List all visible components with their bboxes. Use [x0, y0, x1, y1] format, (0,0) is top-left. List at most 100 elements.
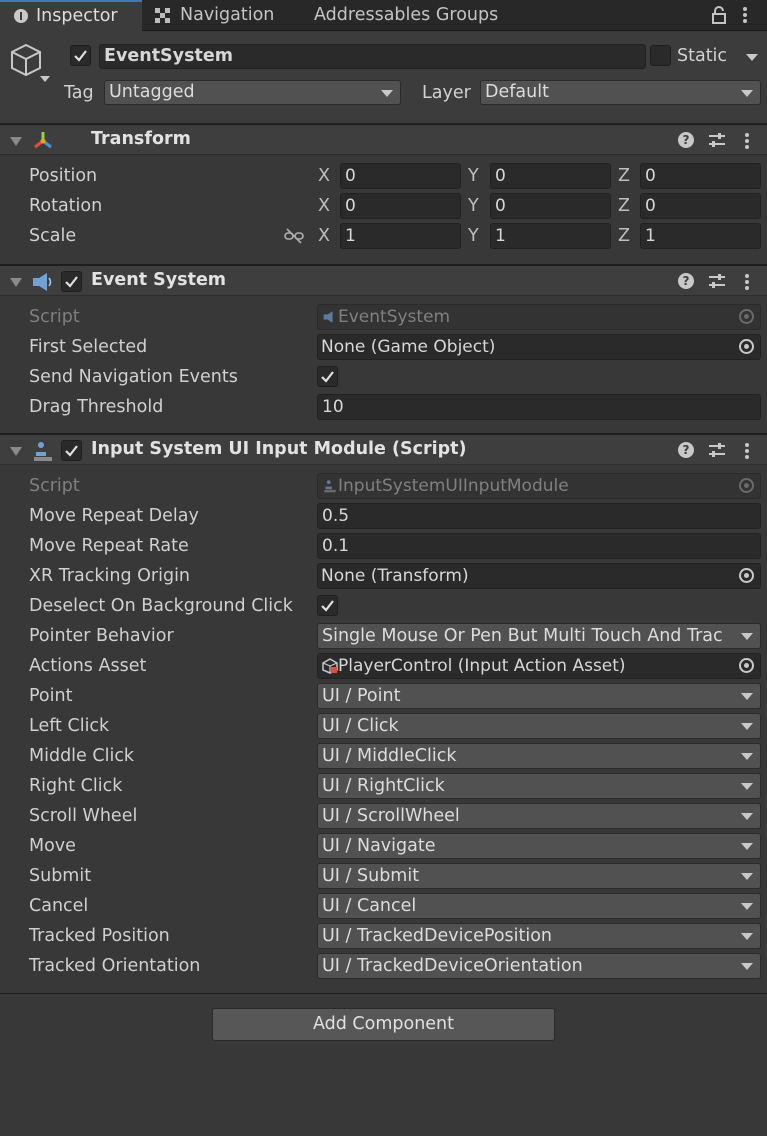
- preset-icon[interactable]: [708, 442, 726, 458]
- axis-x-label[interactable]: X: [318, 164, 330, 188]
- chevron-down-icon: [741, 753, 753, 760]
- input-module-header[interactable]: Input System UI Input Module (Script) ?: [0, 434, 767, 465]
- axis-z-label[interactable]: Z: [618, 164, 630, 188]
- left-click-dropdown[interactable]: UI / Click: [317, 713, 761, 739]
- static-checkbox[interactable]: [650, 45, 671, 66]
- component-menu-icon[interactable]: [743, 273, 751, 291]
- transform-rotation-z-field[interactable]: 0: [640, 193, 761, 219]
- transform-scale-z-field[interactable]: 1: [640, 223, 761, 249]
- first-selected-field[interactable]: None (Game Object): [317, 334, 761, 360]
- component-menu-icon[interactable]: [743, 442, 751, 460]
- object-picker-icon: [739, 478, 754, 493]
- cancel-dropdown[interactable]: UI / Cancel: [317, 893, 761, 919]
- actions-asset-label: Actions Asset: [29, 656, 147, 676]
- event-system-enabled-checkbox[interactable]: [61, 271, 82, 292]
- deselect-background-checkbox[interactable]: [317, 595, 338, 616]
- move-dropdown[interactable]: UI / Navigate: [317, 833, 761, 859]
- scroll-wheel-dropdown[interactable]: UI / ScrollWheel: [317, 803, 761, 829]
- help-icon[interactable]: ?: [678, 132, 694, 148]
- actions-asset-field[interactable]: PlayerControl (Input Action Asset): [317, 653, 761, 679]
- pointer-behavior-dropdown[interactable]: Single Mouse Or Pen But Multi Touch And …: [317, 623, 761, 649]
- checkmark-icon: [65, 445, 78, 457]
- axis-y-label[interactable]: Y: [468, 194, 479, 218]
- actions-asset-value: PlayerControl (Input Action Asset): [338, 656, 626, 676]
- tab-addressables-groups[interactable]: Addressables Groups: [314, 0, 514, 31]
- foldout-arrow-icon[interactable]: [10, 137, 22, 146]
- tracked-position-dropdown[interactable]: UI / TrackedDevicePosition: [317, 923, 761, 949]
- chevron-down-icon: [381, 89, 393, 97]
- transform-scale-y-field[interactable]: 1: [490, 223, 611, 249]
- input-module-enabled-checkbox[interactable]: [61, 440, 82, 461]
- move-repeat-rate-field[interactable]: 0.1: [317, 533, 761, 559]
- tab-addressables-label: Addressables Groups: [314, 5, 499, 25]
- send-navigation-checkbox[interactable]: [317, 366, 338, 387]
- point-label: Point: [29, 686, 73, 706]
- help-icon[interactable]: ?: [678, 442, 694, 458]
- im-script-label: Script: [29, 476, 80, 496]
- submit-dropdown[interactable]: UI / Submit: [317, 863, 761, 889]
- tracked-orientation-dropdown[interactable]: UI / TrackedDeviceOrientation: [317, 953, 761, 979]
- tag-label: Tag: [64, 83, 94, 103]
- axis-y-label[interactable]: Y: [468, 164, 479, 188]
- submit-value: UI / Submit: [322, 866, 420, 886]
- left-click-value: UI / Click: [322, 716, 399, 736]
- object-picker-icon[interactable]: [739, 658, 754, 673]
- right-click-dropdown[interactable]: UI / RightClick: [317, 773, 761, 799]
- transform-position-z-field[interactable]: 0: [640, 163, 761, 189]
- checkmark-icon: [65, 276, 78, 288]
- event-system-header[interactable]: Event System ?: [0, 265, 767, 296]
- right-click-label: Right Click: [29, 776, 123, 796]
- im-script-value: InputSystemUIInputModule: [338, 476, 569, 496]
- foldout-arrow-icon[interactable]: [10, 278, 22, 287]
- axis-y-label[interactable]: Y: [468, 224, 479, 248]
- component-menu-icon[interactable]: [743, 132, 751, 150]
- transform-header[interactable]: Transform ?: [0, 124, 767, 155]
- point-dropdown[interactable]: UI / Point: [317, 683, 761, 709]
- help-icon[interactable]: ?: [678, 273, 694, 289]
- axis-x-label[interactable]: X: [318, 224, 330, 248]
- add-component-button[interactable]: Add Component: [212, 1008, 555, 1041]
- constrain-proportions-icon[interactable]: [284, 228, 304, 244]
- axis-z-label[interactable]: Z: [618, 224, 630, 248]
- move-value: UI / Navigate: [322, 836, 436, 856]
- deselect-background-label: Deselect On Background Click: [29, 596, 293, 616]
- transform-rotation-y-field[interactable]: 0: [490, 193, 611, 219]
- transform-position-y-field[interactable]: 0: [490, 163, 611, 189]
- transform-scale-x-field[interactable]: 1: [340, 223, 461, 249]
- input-module-icon: [324, 480, 336, 493]
- layer-dropdown[interactable]: Default: [480, 80, 761, 105]
- transform-rotation-x-field[interactable]: 0: [340, 193, 461, 219]
- object-picker-icon[interactable]: [739, 339, 754, 354]
- static-dropdown-icon[interactable]: [746, 54, 758, 61]
- axis-z-label[interactable]: Z: [618, 194, 630, 218]
- drag-threshold-field[interactable]: 10: [317, 394, 761, 420]
- middle-click-dropdown[interactable]: UI / MiddleClick: [317, 743, 761, 769]
- right-click-value: UI / RightClick: [322, 776, 445, 796]
- tab-menu-icon[interactable]: [741, 6, 749, 24]
- move-repeat-delay-field[interactable]: 0.5: [317, 503, 761, 529]
- tab-inspector[interactable]: Inspector: [0, 0, 142, 31]
- input-module-title: Input System UI Input Module (Script): [91, 439, 467, 459]
- preset-icon[interactable]: [708, 132, 726, 148]
- tab-navigation[interactable]: Navigation: [142, 0, 294, 31]
- chevron-down-icon: [741, 633, 753, 640]
- transform-position-x-field[interactable]: 0: [340, 163, 461, 189]
- gameobject-name-field[interactable]: EventSystem: [99, 44, 646, 69]
- object-picker-icon[interactable]: [739, 568, 754, 583]
- chevron-down-icon: [741, 933, 753, 940]
- im-script-field: InputSystemUIInputModule: [317, 473, 761, 499]
- xr-tracking-origin-field[interactable]: None (Transform): [317, 563, 761, 589]
- foldout-arrow-icon[interactable]: [10, 447, 22, 456]
- left-click-label: Left Click: [29, 716, 110, 736]
- xr-tracking-origin-label: XR Tracking Origin: [29, 566, 191, 586]
- preset-icon[interactable]: [708, 273, 726, 289]
- tag-dropdown[interactable]: Untagged: [104, 80, 401, 105]
- gameobject-active-checkbox[interactable]: [70, 45, 91, 66]
- axis-x-label[interactable]: X: [318, 194, 330, 218]
- gameobject-header: EventSystem Static Tag Untagged Layer De…: [0, 31, 767, 124]
- chevron-down-icon: [741, 783, 753, 790]
- lock-icon[interactable]: [711, 6, 727, 24]
- scroll-wheel-value: UI / ScrollWheel: [322, 806, 460, 826]
- event-system-icon: [33, 273, 52, 291]
- cancel-value: UI / Cancel: [322, 896, 417, 916]
